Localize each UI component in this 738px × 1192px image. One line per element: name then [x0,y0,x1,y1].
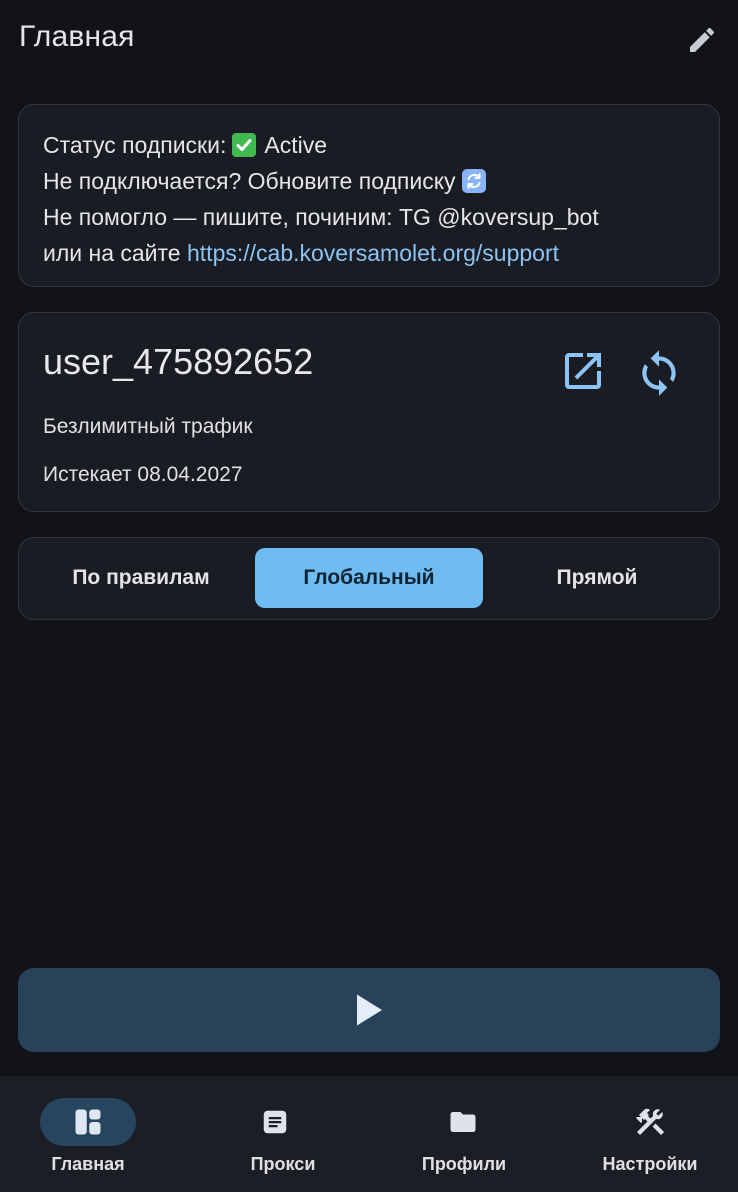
traffic-info: Безлимитный трафик [43,415,253,438]
refresh-icon [461,169,486,193]
nav-home-label: Главная [51,1154,125,1174]
dashboard-icon [75,1109,101,1135]
pencil-icon [690,27,715,52]
support-site-line: или на сайте https://cab.koversamolet.or… [43,235,695,271]
page-title: Главная [19,20,135,53]
sync-icon [642,350,676,396]
connect-button[interactable] [18,968,720,1052]
refresh-hint-line: Не подключается? Обновите подписку [43,163,695,199]
nav-settings-label: Настройки [602,1154,698,1174]
support-link[interactable]: https://cab.koversamolet.org/support [187,240,559,266]
open-in-new-icon [565,353,601,389]
subscription-info-card: Статус подписки: Active Не подключается? … [18,104,720,287]
proxy-mode-selector: По правилам Глобальный Прямой [18,537,720,620]
nav-proxies-indicator [227,1098,323,1146]
mode-global-option[interactable]: Глобальный [255,548,483,608]
nav-settings-indicator [602,1098,698,1146]
open-profile-button[interactable] [559,347,607,395]
update-profile-button[interactable] [633,347,685,399]
nav-item-settings[interactable]: Настройки [554,1076,738,1192]
expiry-date: Истекает 08.04.2027 [43,463,243,486]
support-telegram-line: Не помогло — пишите, починим: TG @kovers… [43,204,599,230]
nav-item-home[interactable]: Главная [0,1076,184,1192]
subscription-status-line: Статус подписки: Active [43,127,695,163]
nav-profiles-indicator [415,1098,511,1146]
support-site-prefix: или на сайте [43,240,187,266]
mode-rules-option[interactable]: По правилам [27,548,255,608]
nav-item-profiles[interactable]: Профили [370,1076,554,1192]
folder-icon [450,1112,476,1132]
subscription-status-label: Статус подписки: [43,132,227,158]
edit-button[interactable] [680,18,724,62]
document-icon [263,1110,287,1134]
check-mark-icon [232,133,257,157]
subscription-status-value: Active [264,132,328,158]
nav-proxies-label: Прокси [250,1154,316,1174]
play-icon [357,994,382,1026]
refresh-hint-text: Не подключается? Обновите подписку [43,168,456,194]
profile-card[interactable]: user_475892652 Безлимитный трафик Истека… [18,312,720,512]
app-root: Главная Статус подписки: Active Не подклю… [0,0,738,1192]
bottom-navigation: Главная Прокси Профили Настройки [0,1076,738,1192]
nav-home-indicator [40,1098,136,1146]
mode-direct-option[interactable]: Прямой [483,548,711,608]
nav-profiles-label: Профили [421,1154,507,1174]
tools-icon [635,1108,665,1136]
profile-name: user_475892652 [43,341,314,382]
top-app-bar: Главная [0,0,738,80]
nav-item-proxies[interactable]: Прокси [184,1076,368,1192]
